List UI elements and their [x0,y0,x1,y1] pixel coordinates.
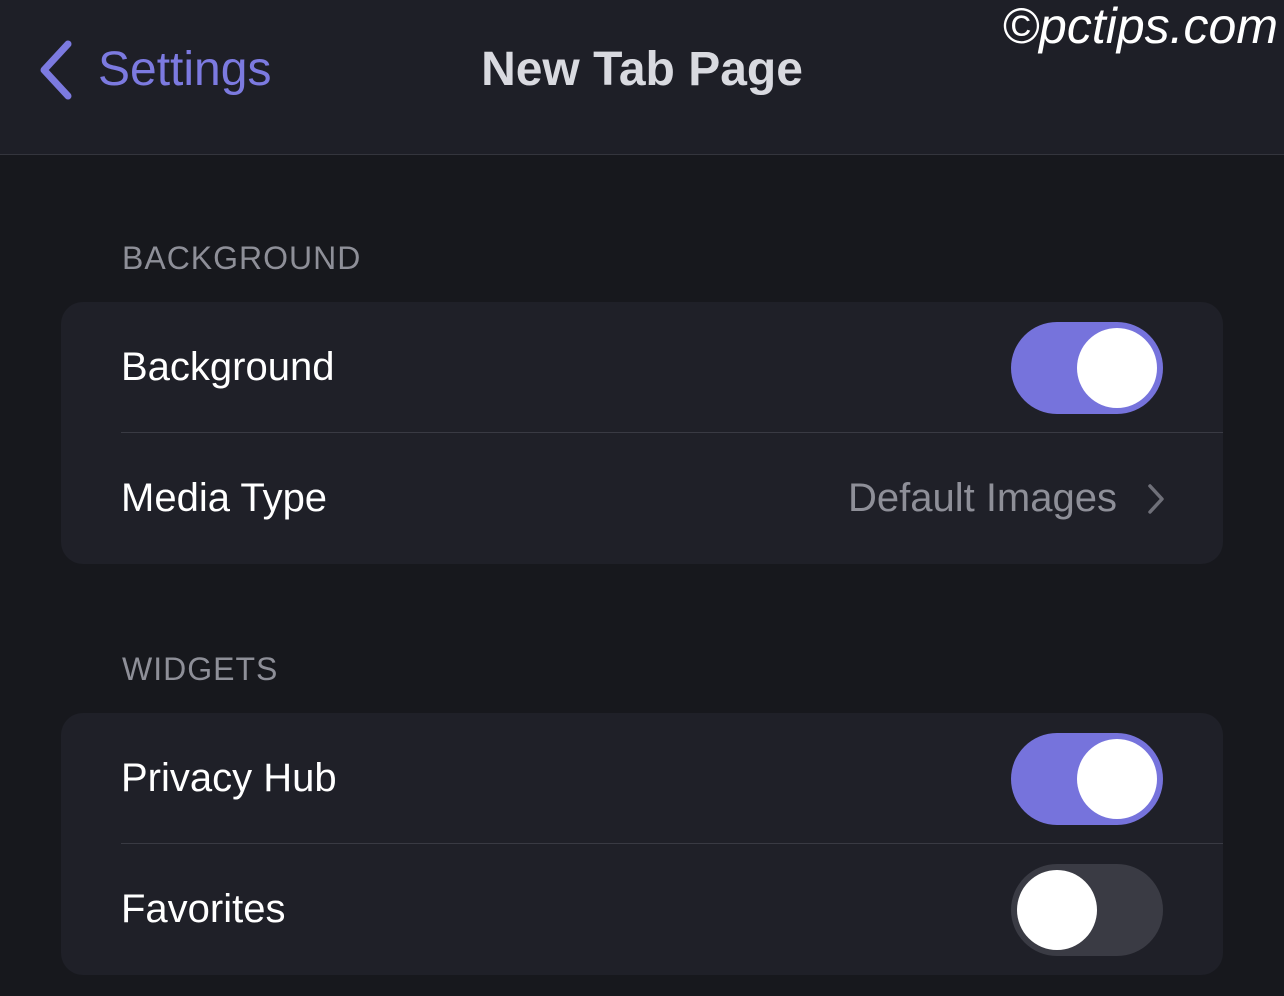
row-label: Media Type [121,476,328,520]
privacy-hub-toggle[interactable] [1011,733,1163,825]
watermark: ©pctips.com [1002,0,1278,54]
row-privacy-hub: Privacy Hub [61,713,1223,844]
group-background: Background Media Type Default Images [61,302,1223,564]
row-favorites: Favorites [61,844,1223,975]
row-background: Background [61,302,1223,433]
row-label: Favorites [121,887,286,931]
row-label: Background [121,345,335,389]
background-toggle[interactable] [1011,322,1163,414]
group-widgets: Privacy Hub Favorites [61,713,1223,975]
favorites-toggle[interactable] [1011,864,1163,956]
row-label: Privacy Hub [121,756,337,800]
toggle-knob [1077,739,1157,819]
section-header-background: BACKGROUND [122,240,362,276]
row-media-type[interactable]: Media Type Default Images [61,433,1223,564]
navigation-bar: Settings New Tab Page ©pctips.com [0,0,1284,155]
media-type-value[interactable]: Default Images [848,476,1165,521]
toggle-knob [1077,328,1157,408]
media-type-value-text: Default Images [847,476,1117,520]
section-header-widgets: WIDGETS [122,651,279,687]
chevron-right-icon [1147,483,1165,515]
toggle-knob [1017,870,1097,950]
